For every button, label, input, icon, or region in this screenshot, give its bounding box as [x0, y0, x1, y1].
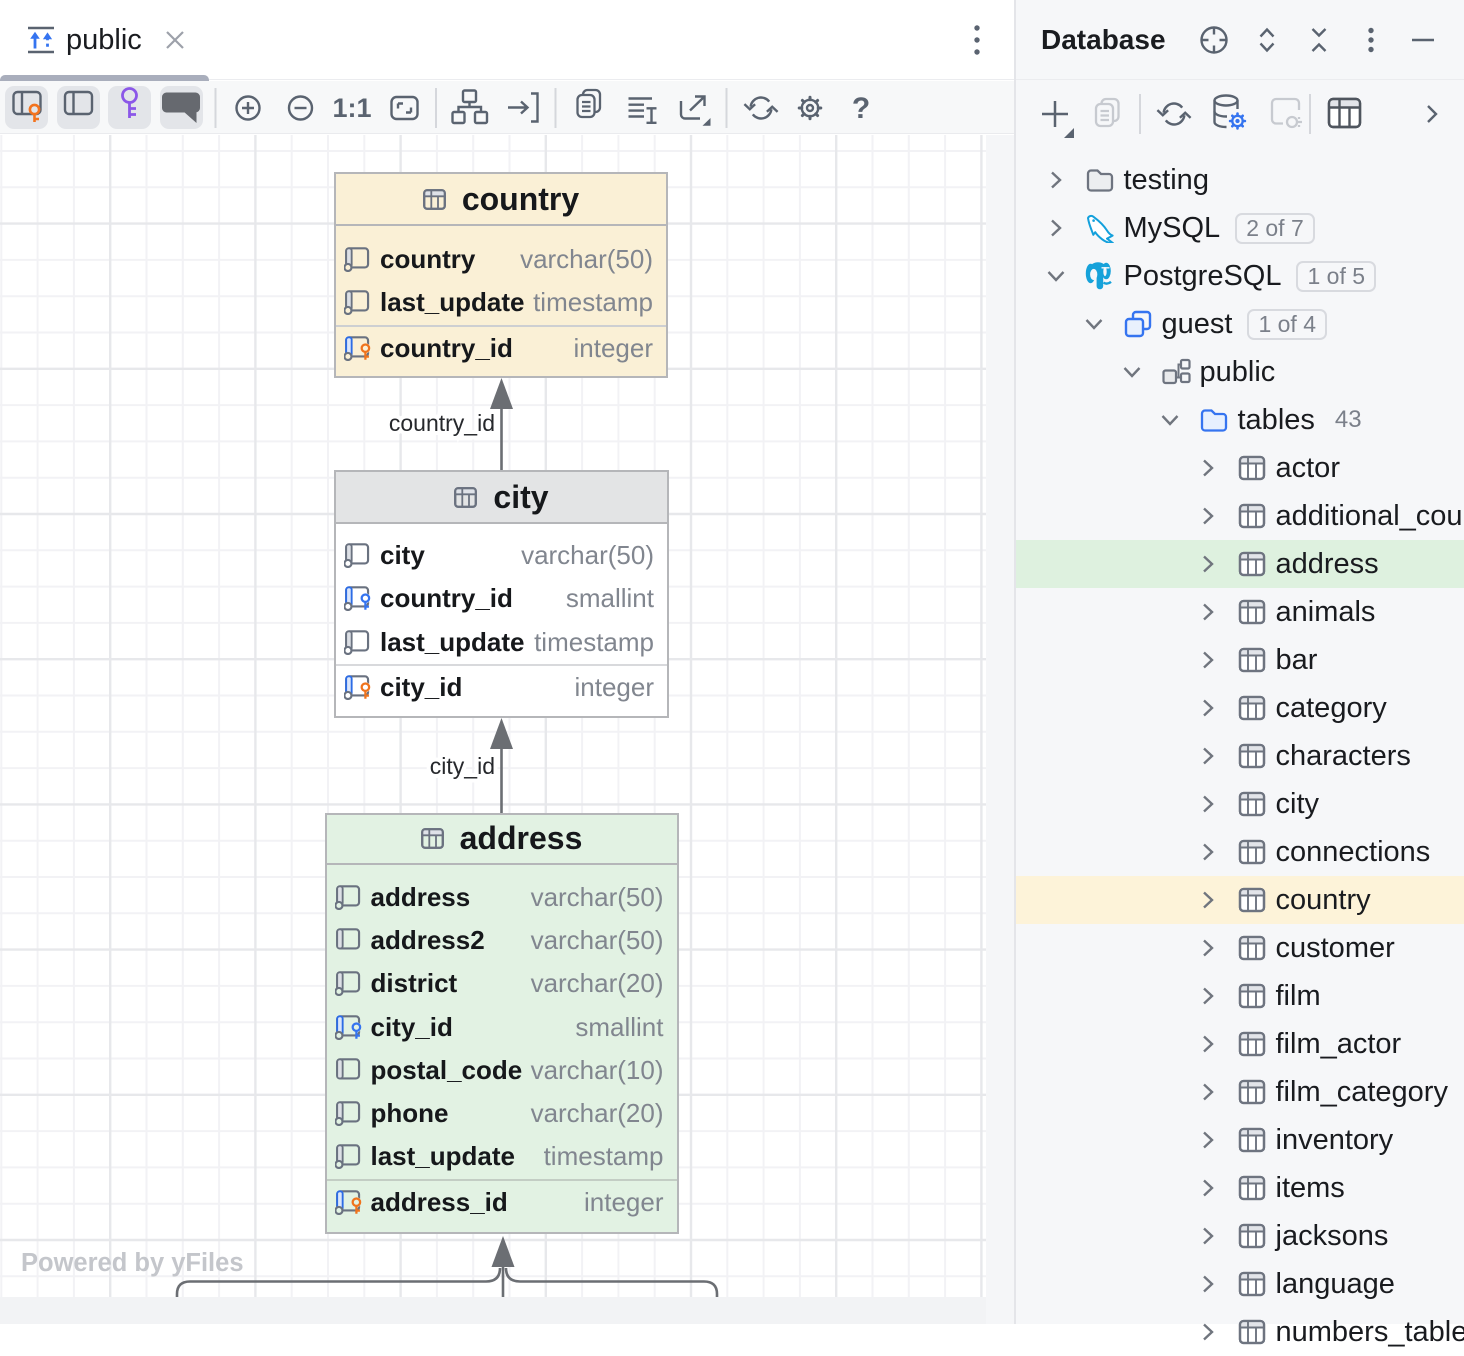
svg-text:country_id: country_id: [389, 410, 495, 436]
svg-text:Powered by yFiles: Powered by yFiles: [21, 1249, 244, 1277]
svg-text:1:1: 1:1: [332, 93, 371, 123]
svg-text:city_id: city_id: [430, 753, 495, 779]
svg-text:?: ?: [852, 92, 870, 125]
